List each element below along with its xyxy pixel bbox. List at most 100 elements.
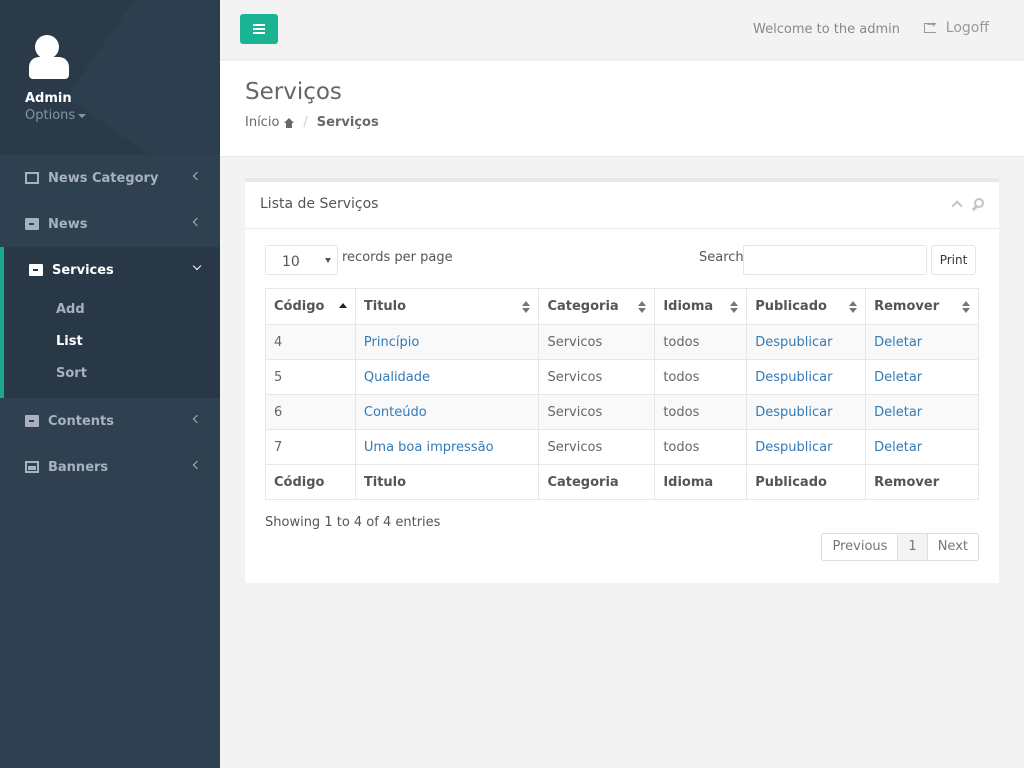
delete-link[interactable]: Deletar: [865, 394, 979, 430]
page-title: Serviços: [245, 79, 342, 105]
sidebar-item-label: Banners: [48, 459, 109, 475]
wrench-icon[interactable]: [971, 198, 984, 211]
footer-header-publicado: Publicado: [746, 464, 867, 500]
sidebar-item-label: Services: [52, 262, 114, 278]
column-header-categoria[interactable]: Categoria: [538, 288, 656, 325]
cell-codigo: 7: [265, 429, 356, 465]
profile-options-dropdown[interactable]: Options: [25, 108, 220, 123]
unpublish-link[interactable]: Despublicar: [746, 394, 867, 430]
print-button[interactable]: Print: [931, 245, 976, 275]
top-navbar: Welcome to the admin Logoff: [220, 0, 1024, 60]
footer-header-idioma: Idioma: [654, 464, 748, 500]
unpublish-link[interactable]: Despublicar: [746, 359, 867, 395]
sidebar: Admin Options News Category News Service…: [0, 0, 220, 768]
column-header-idioma[interactable]: Idioma: [654, 288, 748, 325]
sidebar-item-label: News Category: [48, 170, 159, 186]
table-row: 5 Qualidade Servicos todos Despublicar D…: [265, 359, 979, 395]
chevron-up-icon[interactable]: [951, 200, 963, 212]
chevron-left-icon: [192, 414, 202, 424]
sidebar-item-banners[interactable]: Banners: [0, 444, 220, 490]
delete-link[interactable]: Deletar: [865, 359, 979, 395]
search-label: Search:: [699, 250, 749, 265]
menu-toggle-button[interactable]: [240, 14, 278, 44]
user-avatar-icon[interactable]: [25, 35, 69, 81]
services-list-panel: Lista de Serviços 10 records per page Se…: [245, 178, 999, 583]
profile-options-label[interactable]: Options: [25, 108, 75, 123]
profile-name: Admin: [25, 91, 72, 106]
cell-categoria: Servicos: [538, 429, 656, 465]
archive-icon: [29, 264, 43, 276]
table-row: 7 Uma boa impressão Servicos todos Despu…: [265, 429, 979, 465]
page-1-button[interactable]: 1: [898, 534, 928, 560]
sidebar-item-contents[interactable]: Contents: [0, 398, 220, 444]
chevron-left-icon: [192, 171, 202, 181]
delete-link[interactable]: Deletar: [865, 324, 979, 360]
unpublish-link[interactable]: Despublicar: [746, 429, 867, 465]
table-row: 4 Princípio Servicos todos Despublicar D…: [265, 324, 979, 360]
search-input[interactable]: [743, 245, 927, 275]
caret-down-icon: [78, 113, 87, 118]
previous-page-button[interactable]: Previous: [822, 534, 899, 560]
records-per-page-value: 10: [282, 254, 300, 270]
sidebar-group-services: Services Add List Sort: [0, 247, 220, 398]
records-per-page-select[interactable]: 10: [265, 245, 338, 275]
column-header-codigo[interactable]: Código: [265, 288, 356, 325]
sort-icon: [730, 301, 739, 313]
breadcrumb-separator: /: [303, 115, 308, 130]
table-row: 6 Conteúdo Servicos todos Despublicar De…: [265, 394, 979, 430]
archive-icon: [25, 218, 39, 230]
logoff-link[interactable]: Logoff: [923, 18, 989, 36]
sign-out-icon: [923, 18, 936, 33]
submenu-item-sort[interactable]: Sort: [4, 357, 220, 389]
cell-titulo-link[interactable]: Princípio: [354, 324, 540, 360]
table-header-row: Código Titulo Categoria Idioma Publicado…: [265, 288, 979, 325]
panel-title-bar: Lista de Serviços: [245, 182, 999, 229]
footer-header-titulo: Titulo: [354, 464, 540, 500]
pagination: Previous 1 Next: [821, 533, 979, 561]
sidebar-item-label: Contents: [48, 413, 114, 429]
sort-asc-icon: [338, 301, 347, 313]
sidebar-item-label: News: [48, 216, 88, 232]
services-table: Código Titulo Categoria Idioma Publicado…: [265, 288, 979, 500]
records-per-page-label: records per page: [342, 250, 453, 265]
cell-codigo: 5: [265, 359, 356, 395]
breadcrumb-current: Serviços: [316, 115, 379, 130]
column-header-titulo[interactable]: Titulo: [354, 288, 540, 325]
chevron-down-icon: [192, 261, 202, 271]
image-icon: [25, 461, 39, 473]
table-footer-row: Código Titulo Categoria Idioma Publicado…: [265, 464, 979, 500]
cell-idioma: todos: [654, 324, 748, 360]
welcome-message: Welcome to the admin: [753, 22, 900, 37]
sort-icon: [962, 301, 970, 313]
cell-categoria: Servicos: [538, 394, 656, 430]
cell-idioma: todos: [654, 359, 748, 395]
cell-idioma: todos: [654, 429, 748, 465]
cell-codigo: 6: [265, 394, 356, 430]
column-header-remover[interactable]: Remover: [865, 288, 979, 325]
breadcrumb-home[interactable]: Início: [245, 115, 279, 130]
unpublish-link[interactable]: Despublicar: [746, 324, 867, 360]
dropdown-arrow-icon: [325, 258, 331, 263]
submenu-item-add[interactable]: Add: [4, 293, 220, 325]
cell-titulo-link[interactable]: Qualidade: [354, 359, 540, 395]
sidebar-item-news[interactable]: News: [0, 201, 220, 247]
archive-icon: [25, 415, 39, 427]
sidebar-item-news-category[interactable]: News Category: [0, 155, 220, 201]
table-info: Showing 1 to 4 of 4 entries: [265, 515, 441, 530]
sort-icon: [522, 301, 531, 313]
next-page-button[interactable]: Next: [928, 534, 978, 560]
submenu-item-list[interactable]: List: [4, 325, 220, 357]
cell-titulo-link[interactable]: Uma boa impressão: [354, 429, 540, 465]
cell-titulo-link[interactable]: Conteúdo: [354, 394, 540, 430]
chevron-left-icon: [192, 217, 202, 227]
profile-area: Admin Options: [0, 0, 220, 155]
sidebar-item-services[interactable]: Services: [4, 247, 220, 293]
footer-header-categoria: Categoria: [538, 464, 656, 500]
column-header-publicado[interactable]: Publicado: [746, 288, 867, 325]
sort-icon: [638, 301, 647, 313]
home-icon[interactable]: [284, 117, 295, 128]
chevron-left-icon: [192, 460, 202, 470]
footer-header-remover: Remover: [865, 464, 979, 500]
delete-link[interactable]: Deletar: [865, 429, 979, 465]
logoff-label[interactable]: Logoff: [946, 20, 989, 36]
